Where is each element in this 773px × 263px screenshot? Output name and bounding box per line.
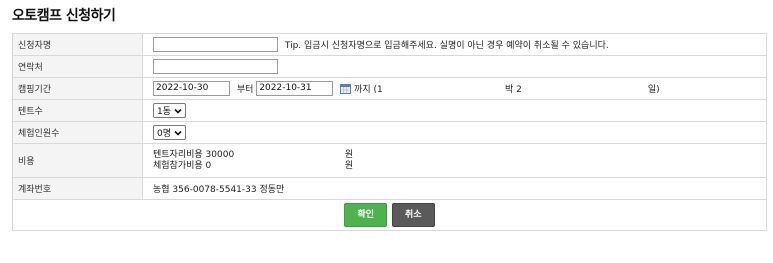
applicant-tip-text: Tip. 입금시 신청자명으로 입금해주세요. 실명이 아닌 경우 예약이 취소… <box>284 41 609 51</box>
tents-cell: 1동 <box>142 99 767 122</box>
button-row: 확인 취소 <box>12 199 767 231</box>
tent-site-cost-line: 텐트자리비용 30000 원 <box>153 150 766 161</box>
calendar-icon[interactable] <box>340 83 352 94</box>
days-close-text: 일) <box>647 85 660 95</box>
experience-cell: 0명 <box>142 121 767 144</box>
contact-input[interactable] <box>153 59 278 74</box>
to-nights-text: 까지 (1 <box>354 85 383 95</box>
applicant-cell: Tip. 입금시 신청자명으로 입금해주세요. 실명이 아닌 경우 예약이 취소… <box>142 33 767 56</box>
nights-days-text: 박 2 <box>504 85 522 95</box>
applicant-row: 신청자명 Tip. 입금시 신청자명으로 입금해주세요. 실명이 아닌 경우 예… <box>12 33 767 56</box>
tent-count-value: 1동 <box>157 107 172 117</box>
from-text: 부터 <box>236 85 254 95</box>
cost-cell: 텐트자리비용 30000 원 체험참가비용 0 원 <box>142 143 767 178</box>
tents-row: 텐트수 1동 <box>12 99 767 122</box>
button-cell: 확인 취소 <box>12 199 767 231</box>
contact-row: 연락처 <box>12 55 767 78</box>
experience-count-value: 0명 <box>157 129 172 139</box>
period-cell: 2022-10-30 부터 2022-10-31 까지 (1 박 2 일) <box>142 77 767 100</box>
page-title: 오토캠프 신청하기 <box>12 8 116 24</box>
cancel-button[interactable]: 취소 <box>392 203 435 227</box>
applicant-label: 신청자명 <box>12 33 143 56</box>
experience-row: 체험인원수 0명 <box>12 121 767 144</box>
period-label: 캠핑기간 <box>12 77 143 100</box>
experience-cost-text: 체험참가비용 0 <box>153 160 212 171</box>
experience-cost-line: 체험참가비용 0 원 <box>153 161 766 172</box>
tent-site-cost-text: 텐트자리비용 30000 <box>153 149 235 160</box>
experience-count-select[interactable]: 0명 <box>153 125 187 140</box>
chevron-down-icon <box>174 108 182 114</box>
experience-label: 체험인원수 <box>12 121 143 144</box>
reservation-form-table: 신청자명 Tip. 입금시 신청자명으로 입금해주세요. 실명이 아닌 경우 예… <box>12 33 767 231</box>
chevron-down-icon <box>174 130 182 136</box>
contact-label: 연락처 <box>12 55 143 78</box>
account-value: 농협 356-0078-5541-33 정동만 <box>142 177 767 200</box>
end-date-input[interactable]: 2022-10-31 <box>256 81 334 96</box>
account-label: 계좌번호 <box>12 177 143 200</box>
tent-count-select[interactable]: 1동 <box>153 103 187 118</box>
contact-cell <box>142 55 767 78</box>
tent-site-cost-unit: 원 <box>344 149 354 160</box>
start-date-input[interactable]: 2022-10-30 <box>153 81 230 96</box>
cost-label: 비용 <box>12 143 143 178</box>
period-row: 캠핑기간 2022-10-30 부터 2022-10-31 까지 (1 박 2 … <box>12 77 767 100</box>
tents-label: 텐트수 <box>12 99 143 122</box>
cost-row: 비용 텐트자리비용 30000 원 체험참가비용 0 원 <box>12 143 767 178</box>
account-row: 계좌번호 농협 356-0078-5541-33 정동만 <box>12 177 767 200</box>
applicant-name-input[interactable] <box>153 37 278 52</box>
experience-cost-unit: 원 <box>344 160 354 171</box>
confirm-button[interactable]: 확인 <box>344 203 387 227</box>
